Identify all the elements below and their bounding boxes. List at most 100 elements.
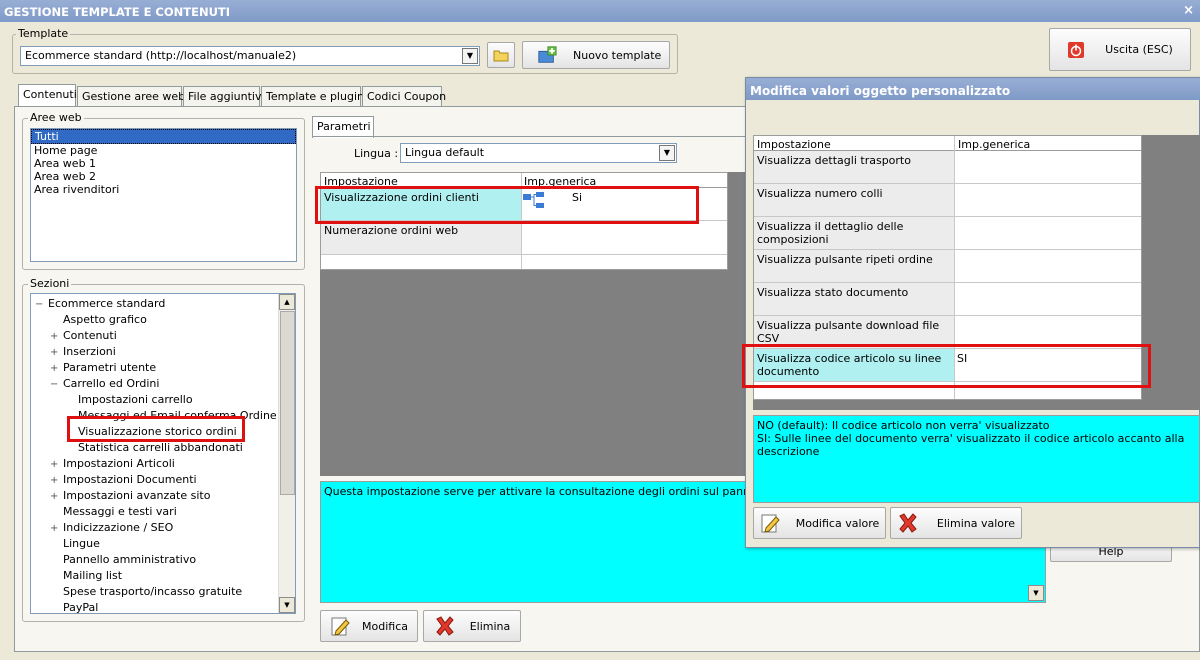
window-title: GESTIONE TEMPLATE E CONTENUTI (0, 0, 1200, 22)
power-icon (1068, 41, 1085, 58)
delete-x-icon (435, 616, 454, 636)
tree-node[interactable]: PayPal (50, 601, 99, 614)
sezioni-tree[interactable]: − Ecommerce standard Aspetto grafico + Conte… (30, 293, 296, 614)
tree-node[interactable]: + Impostazioni avanzate sito (50, 489, 210, 502)
tab-contenuti[interactable]: Contenuti (18, 84, 77, 106)
tree-node-label: Mailing list (63, 569, 123, 582)
tree-node[interactable]: Impostazioni carrello (65, 393, 193, 406)
modifica-valore-label: Modifica valore (795, 516, 880, 530)
tab-codici-coupon[interactable]: Codici Coupon (362, 86, 446, 106)
list-item[interactable]: Area rivenditori (31, 183, 296, 196)
scroll-down-icon[interactable]: ▼ (1028, 585, 1044, 601)
tree-node-label: Aspetto grafico (63, 313, 147, 326)
tab-gestione-aree-web[interactable]: Gestione aree web (77, 86, 185, 106)
tree-node[interactable]: Mailing list (50, 569, 122, 582)
list-item[interactable]: Home page (31, 144, 296, 157)
tree-node[interactable]: + Parametri utente (50, 361, 156, 374)
list-item[interactable]: Area web 1 (31, 157, 296, 170)
scroll-thumb[interactable] (280, 311, 295, 495)
highlight-ordini-clienti (315, 186, 699, 224)
tree-node[interactable]: + Indicizzazione / SEO (50, 521, 173, 534)
lingua-select-value: Lingua default (405, 146, 485, 159)
expand-icon[interactable]: + (50, 523, 59, 534)
elimina-valore-label: Elimina valore (936, 516, 1016, 530)
row-name: Visualizza pulsante download file CSV (757, 319, 940, 345)
expand-icon[interactable]: + (50, 491, 59, 502)
tree-node-label: Spese trasporto/incasso gratuite (63, 585, 243, 598)
tree-node-label: Inserzioni (63, 345, 116, 358)
tab-template-plugins[interactable]: Template e plugins (261, 86, 370, 106)
modifica-button[interactable]: Modifica (320, 610, 418, 642)
tree-node[interactable]: Statistica carrelli abbandonati (65, 441, 243, 454)
elimina-button[interactable]: Elimina (423, 610, 521, 642)
template-select-value: Ecommerce standard (http://localhost/man… (25, 49, 297, 62)
list-item[interactable]: Tutti (31, 129, 296, 144)
modifica-label: Modifica (362, 619, 408, 633)
elimina-label: Elimina (469, 619, 511, 633)
tree-node-label: Parametri utente (63, 361, 157, 374)
scroll-up-icon[interactable]: ▲ (279, 294, 295, 310)
edit-icon (761, 514, 780, 533)
sezioni-label: Sezioni (28, 277, 72, 290)
tree-node-label: Pannello amministrativo (63, 553, 197, 566)
tree-node-label: Impostazioni avanzate sito (63, 489, 211, 502)
tree-node-label: Impostazioni carrello (78, 393, 193, 406)
expand-icon[interactable]: + (50, 331, 59, 342)
tree-node-label: Carrello ed Ordini (63, 377, 160, 390)
collapse-icon[interactable]: − (50, 379, 59, 390)
open-folder-button[interactable] (487, 42, 515, 68)
tree-node[interactable]: Messaggi e testi vari (50, 505, 177, 518)
tree-node-label: Contenuti (63, 329, 117, 342)
aree-web-label: Aree web (28, 111, 84, 124)
info-line: SI: Sulle linee del documento verra' vis… (757, 432, 1185, 458)
template-group-label: Template (16, 27, 71, 40)
row-name: Visualizza dettagli trasporto (757, 154, 911, 167)
list-item[interactable]: Area web 2 (31, 170, 296, 183)
new-template-button[interactable]: Nuovo template (522, 41, 670, 69)
scroll-down-icon[interactable]: ▼ (279, 597, 295, 613)
template-select[interactable]: Ecommerce standard (http://localhost/man… (20, 46, 480, 66)
tree-node-label: Lingue (63, 537, 100, 550)
tree-node[interactable]: Spese trasporto/incasso gratuite (50, 585, 242, 598)
tree-node[interactable]: Lingue (50, 537, 100, 550)
expand-icon[interactable]: + (50, 475, 59, 486)
tab-parametri[interactable]: Parametri (312, 116, 374, 138)
tree-node[interactable]: + Impostazioni Documenti (50, 473, 197, 486)
folder-icon (493, 50, 509, 62)
edit-icon (331, 617, 350, 636)
expand-icon[interactable]: + (50, 347, 59, 358)
tree-node[interactable]: Aspetto grafico (50, 313, 147, 326)
row-name: Visualizza il dettaglio delle composizio… (757, 220, 904, 246)
tree-node[interactable]: − Carrello ed Ordini (50, 377, 159, 390)
collapse-icon[interactable]: − (35, 299, 44, 310)
tree-node-label: Statistica carrelli abbandonati (78, 441, 243, 454)
lingua-label: Lingua : (354, 147, 399, 160)
elimina-valore-button[interactable]: Elimina valore (890, 507, 1022, 539)
tree-node[interactable]: + Contenuti (50, 329, 117, 342)
tree-node-label: PayPal (63, 601, 99, 614)
tree-node[interactable]: Pannello amministrativo (50, 553, 196, 566)
expand-icon[interactable]: + (50, 459, 59, 470)
row-name: Visualizza pulsante ripeti ordine (757, 253, 933, 266)
new-template-icon (538, 46, 557, 63)
tree-node[interactable]: + Impostazioni Articoli (50, 457, 175, 470)
tree-node-label: Impostazioni Articoli (63, 457, 175, 470)
chevron-down-icon[interactable]: ▼ (462, 48, 478, 64)
tree-node-label: Indicizzazione / SEO (63, 521, 174, 534)
tree-node-label: Ecommerce standard (48, 297, 166, 310)
lingua-select[interactable]: Lingua default ▼ (400, 143, 677, 163)
sezioni-scrollbar[interactable]: ▲ ▼ (278, 294, 295, 613)
expand-icon[interactable]: + (50, 363, 59, 374)
highlight-codice-articolo (742, 344, 1151, 388)
aree-web-list[interactable]: Tutti Home page Area web 1 Area web 2 Ar… (30, 128, 297, 262)
close-icon[interactable]: × (1183, 3, 1194, 18)
exit-label: Uscita (ESC) (1105, 43, 1173, 56)
tree-node[interactable]: + Inserzioni (50, 345, 116, 358)
tab-file-aggiuntivi[interactable]: File aggiuntivi (183, 86, 265, 106)
modifica-valore-button[interactable]: Modifica valore (753, 507, 886, 539)
row-name: Visualizza numero colli (757, 187, 883, 200)
tree-node[interactable]: − Ecommerce standard (35, 297, 165, 310)
chevron-down-icon[interactable]: ▼ (659, 145, 675, 161)
dialog-title: Modifica valori oggetto personalizzato (746, 78, 1200, 100)
exit-button[interactable]: Uscita (ESC) (1049, 28, 1191, 71)
